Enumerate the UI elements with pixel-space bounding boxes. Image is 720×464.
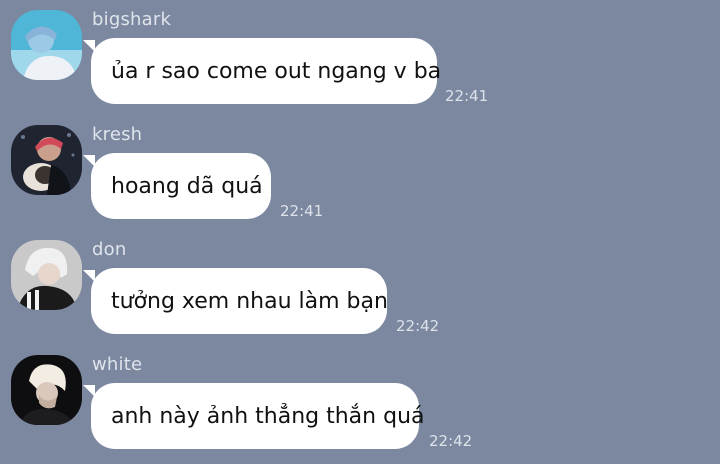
avatar-image [11, 125, 82, 195]
message-timestamp: 22:42 [429, 432, 473, 450]
message-bubble[interactable]: anh này ảnh thẳng thắn quá [83, 383, 425, 449]
avatar[interactable] [11, 355, 82, 425]
message-timestamp: 22:42 [396, 317, 440, 335]
message-bubble[interactable]: ủa r sao come out ngang v ba [83, 38, 441, 104]
avatar[interactable] [11, 125, 82, 195]
avatar[interactable] [11, 10, 82, 80]
message-row: white anh này ảnh thẳng thắn quá 22:42 [0, 345, 720, 460]
sender-name: white [92, 354, 143, 375]
avatar-image [11, 355, 82, 425]
chat-message-list: bigshark ủa r sao come out ngang v ba 22… [0, 0, 720, 464]
sender-name: bigshark [92, 9, 172, 30]
message-text: ủa r sao come out ngang v ba [111, 58, 442, 84]
message-timestamp: 22:41 [445, 87, 489, 105]
sender-name: don [92, 239, 127, 260]
message-bubble[interactable]: tưởng xem nhau làm bạn [83, 268, 388, 334]
sender-name: kresh [92, 124, 143, 145]
avatar-image [11, 10, 82, 80]
avatar[interactable] [11, 240, 82, 310]
message-row: kresh hoang dã quá 22:41 [0, 115, 720, 230]
message-text: hoang dã quá [111, 173, 263, 199]
avatar-image [11, 240, 82, 310]
message-text: anh này ảnh thẳng thắn quá [111, 403, 425, 429]
message-row: don tưởng xem nhau làm bạn 22:42 [0, 230, 720, 345]
message-row: bigshark ủa r sao come out ngang v ba 22… [0, 0, 720, 115]
message-text: tưởng xem nhau làm bạn [111, 288, 388, 314]
message-bubble[interactable]: hoang dã quá [83, 153, 271, 219]
message-timestamp: 22:41 [280, 202, 324, 220]
